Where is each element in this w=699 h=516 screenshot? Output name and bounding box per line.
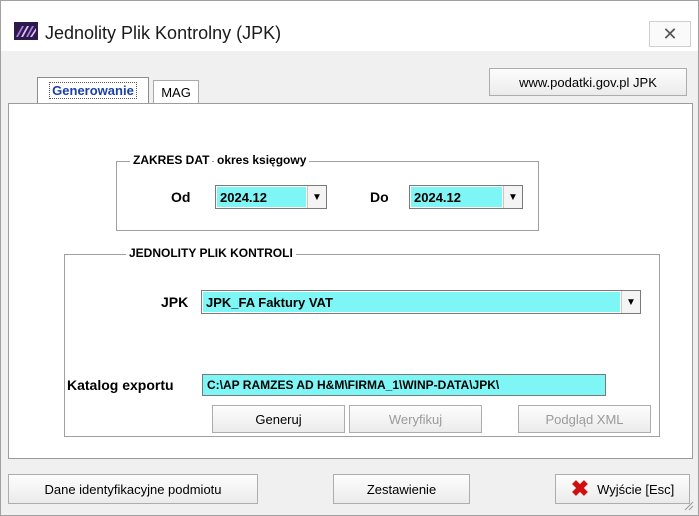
app-window: Jednolity Plik Kontrolny (JPK) ✕ Generow… xyxy=(0,0,699,516)
dane-identyfikacyjne-button[interactable]: Dane identyfikacyjne podmiotu xyxy=(8,474,258,504)
close-button[interactable]: ✕ xyxy=(649,21,691,47)
podatki-link-label: www.podatki.gov.pl JPK xyxy=(519,74,657,90)
resize-grip-icon[interactable] xyxy=(684,501,694,511)
generuj-button[interactable]: Generuj xyxy=(212,405,345,433)
jpk-type-select[interactable]: JPK_FA Faktury VAT ▼ xyxy=(201,290,641,314)
close-icon: ✕ xyxy=(662,23,678,44)
od-date-value: 2024.12 xyxy=(217,187,306,207)
od-label: Od xyxy=(171,189,191,205)
zestawienie-label: Zestawienie xyxy=(366,481,437,497)
zestawienie-button[interactable]: Zestawienie xyxy=(333,474,470,504)
close-x-icon: ✖ xyxy=(570,476,590,501)
weryfikuj-label: Weryfikuj xyxy=(388,411,443,427)
jpk-group-title: JEDNOLITY PLIK KONTROLI xyxy=(126,246,296,260)
window-title: Jednolity Plik Kontrolny (JPK) xyxy=(45,23,282,43)
jpk-type-value: JPK_FA Faktury VAT xyxy=(203,292,620,312)
tab-mag-label: MAG xyxy=(161,84,191,100)
jpk-label: JPK xyxy=(161,294,189,310)
katalog-export-field[interactable]: C:\AP RAMZES AD H&M\FIRMA_1\WINP-DATA\JP… xyxy=(202,374,606,396)
chevron-down-icon[interactable]: ▼ xyxy=(307,186,326,208)
app-logo-icon xyxy=(14,22,38,40)
podatki-link-button[interactable]: www.podatki.gov.pl JPK xyxy=(489,68,687,96)
wyjscie-label: Wyjście [Esc] xyxy=(597,481,675,497)
katalog-label: Katalog exportu xyxy=(67,377,174,393)
weryfikuj-button[interactable]: Weryfikuj xyxy=(349,405,482,433)
do-date-value: 2024.12 xyxy=(411,187,502,207)
dane-identyfikacyjne-label: Dane identyfikacyjne podmiotu xyxy=(44,481,222,497)
wyjscie-button[interactable]: ✖ Wyjście [Esc] xyxy=(555,474,690,504)
date-range-group-subtitle: okres księgowy xyxy=(214,153,310,167)
podglad-xml-label: Podgląd XML xyxy=(545,411,624,427)
do-date-select[interactable]: 2024.12 ▼ xyxy=(409,185,523,209)
date-range-group-title: ZAKRES DAT xyxy=(130,153,213,167)
chevron-down-icon[interactable]: ▼ xyxy=(503,186,522,208)
tab-generowanie[interactable]: Generowanie xyxy=(37,77,149,103)
generuj-label: Generuj xyxy=(255,411,302,427)
tab-mag[interactable]: MAG xyxy=(153,80,199,103)
chevron-down-icon[interactable]: ▼ xyxy=(621,291,640,313)
od-date-select[interactable]: 2024.12 ▼ xyxy=(215,185,327,209)
podglad-xml-button[interactable]: Podgląd XML xyxy=(518,405,651,433)
tab-panel-generowanie: ZAKRES DAT okres księgowy Od 2024.12 ▼ D… xyxy=(8,103,693,459)
do-label: Do xyxy=(370,189,389,205)
tab-generowanie-label: Generowanie xyxy=(49,82,137,99)
title-bar: Jednolity Plik Kontrolny (JPK) ✕ xyxy=(1,1,698,51)
